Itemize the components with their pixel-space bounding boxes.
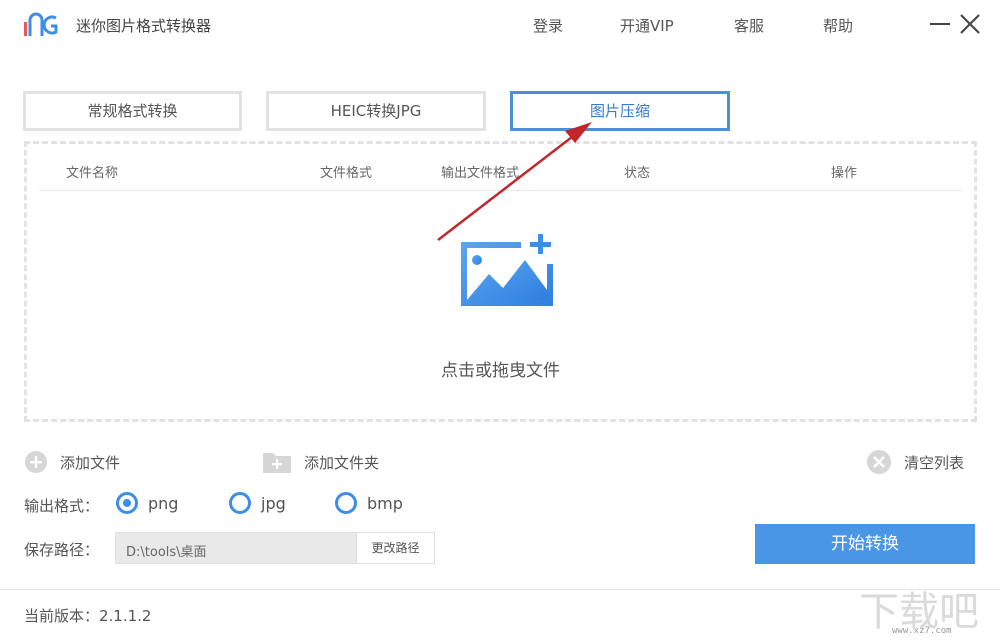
column-header-status: 状态 [624,166,651,181]
column-header-output-format: 输出文件格式 [441,166,520,181]
output-format-label: 输出格式： [24,497,100,515]
radio-png-indicator [116,492,138,514]
save-path-label: 保存路径： [24,541,100,559]
add-file-label: 添加文件 [60,453,121,472]
tab-heic-to-jpg[interactable]: HEIC转换JPG [266,91,486,131]
version-text: 当前版本：2.1.1.2 [24,607,152,625]
column-header-format: 文件格式 [320,166,373,181]
save-path-value: D:\tools\桌面 [126,545,207,560]
add-file-button[interactable]: 添加文件 [24,450,120,474]
start-convert-button[interactable]: 开始转换 [755,524,975,564]
vip-link[interactable]: 开通VIP [620,15,674,36]
column-header-filename: 文件名称 [66,166,119,181]
clear-list-button[interactable]: 清空列表 [866,450,964,474]
file-drop-zone[interactable]: 文件名称 文件格式 输出文件格式 状态 操作 点击或拖曳文件 [24,141,977,422]
close-icon[interactable] [958,12,982,36]
title-bar: 迷你图片格式转换器 登录 开通VIP 客服 帮助 [0,0,1000,52]
minimize-icon[interactable] [928,12,952,36]
plus-circle-icon [25,451,47,473]
clear-list-label: 清空列表 [904,453,965,472]
tab-normal-conversion[interactable]: 常规格式转换 [23,91,242,131]
watermark-text: www.xz7.com [892,626,952,636]
radio-jpg[interactable]: jpg [229,492,286,514]
add-image-icon[interactable] [455,232,559,324]
service-link[interactable]: 客服 [734,15,764,36]
app-title: 迷你图片格式转换器 [76,17,212,35]
login-link[interactable]: 登录 [533,15,563,36]
save-path-field[interactable]: D:\tools\桌面 更改路径 [115,532,435,564]
radio-bmp-label: bmp [367,493,403,513]
radio-png[interactable]: png [116,492,178,514]
header-divider [39,190,962,191]
footer-divider [0,589,1000,590]
folder-plus-icon [263,453,291,473]
column-header-actions: 操作 [831,166,858,181]
help-link[interactable]: 帮助 [823,15,853,36]
drop-hint-text: 点击或拖曳文件 [441,361,560,381]
radio-bmp-indicator [335,492,357,514]
radio-png-label: png [148,493,179,513]
add-folder-button[interactable]: 添加文件夹 [262,450,379,474]
change-path-button[interactable]: 更改路径 [356,533,434,563]
radio-bmp[interactable]: bmp [335,492,403,514]
clear-circle-icon [867,450,891,474]
radio-jpg-label: jpg [261,493,286,513]
radio-jpg-indicator [229,492,251,514]
app-logo-icon [24,12,58,36]
tab-image-compress[interactable]: 图片压缩 [510,91,730,131]
add-folder-label: 添加文件夹 [304,453,380,472]
